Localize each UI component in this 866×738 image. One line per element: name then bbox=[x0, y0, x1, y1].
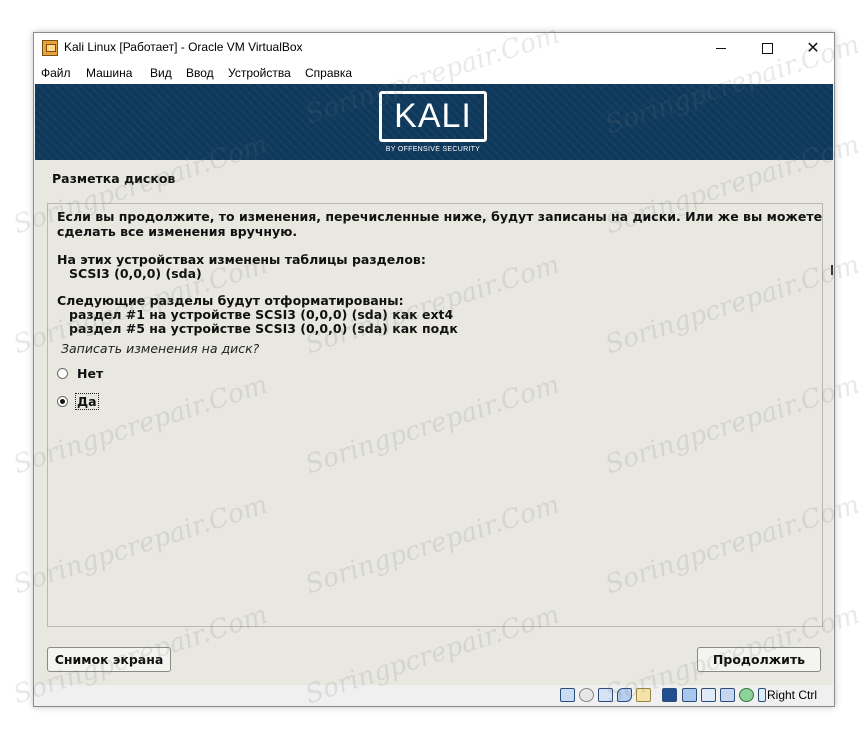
scroll-tick bbox=[831, 265, 833, 275]
kali-logo-subtitle: BY OFFENSIVE SECURITY bbox=[385, 146, 481, 153]
format-item: раздел #5 на устройстве SCSI3 (0,0,0) (s… bbox=[69, 321, 458, 336]
menu-bar: Файл Машина Вид Ввод Устройства Справка bbox=[34, 62, 834, 84]
installer-panel: Разметка дисков Если вы продолжите, то и… bbox=[35, 160, 833, 685]
maximize-icon bbox=[761, 43, 773, 54]
maximize-button[interactable] bbox=[744, 33, 790, 62]
kali-banner: KALI BY OFFENSIVE SECURITY bbox=[35, 84, 833, 160]
virtualbox-window: Kali Linux [Работает] - Oracle VM Virtua… bbox=[33, 32, 835, 707]
menu-input[interactable]: Ввод bbox=[186, 66, 214, 80]
shared-folders-icon[interactable] bbox=[636, 688, 651, 702]
window-title: Kali Linux [Работает] - Oracle VM Virtua… bbox=[64, 40, 303, 54]
option-yes[interactable]: Да bbox=[57, 392, 99, 410]
menu-help[interactable]: Справка bbox=[305, 66, 352, 80]
menu-view[interactable]: Вид bbox=[150, 66, 172, 80]
optical-drive-icon[interactable] bbox=[579, 688, 594, 702]
host-key-label: Right Ctrl bbox=[767, 688, 818, 702]
minimize-icon bbox=[716, 48, 726, 49]
display-icon[interactable] bbox=[662, 688, 677, 702]
network-icon[interactable] bbox=[682, 688, 697, 702]
virtualbox-app-icon bbox=[42, 40, 58, 56]
question-text: Записать изменения на диск? bbox=[61, 341, 260, 356]
content-frame: Если вы продолжите, то изменения, перечи… bbox=[47, 203, 823, 627]
continue-button[interactable]: Продолжить bbox=[697, 647, 821, 672]
minimize-button[interactable] bbox=[698, 33, 744, 62]
tables-device: SCSI3 (0,0,0) (sda) bbox=[69, 266, 202, 281]
kali-logo: KALI bbox=[379, 91, 487, 142]
menu-devices[interactable]: Устройства bbox=[228, 66, 291, 80]
hard-disk-icon[interactable] bbox=[560, 688, 575, 702]
tables-heading: На этих устройствах изменены таблицы раз… bbox=[57, 252, 426, 267]
format-heading: Следующие разделы будут отформатированы: bbox=[57, 293, 404, 308]
screenshot-button[interactable]: Снимок экрана bbox=[47, 647, 171, 672]
option-no-label[interactable]: Нет bbox=[76, 366, 104, 381]
section-title: Разметка дисков bbox=[52, 171, 176, 186]
video-capture-icon[interactable] bbox=[701, 688, 716, 702]
menu-machine[interactable]: Машина bbox=[86, 66, 132, 80]
cpu-icon[interactable] bbox=[720, 688, 735, 702]
format-item: раздел #1 на устройстве SCSI3 (0,0,0) (s… bbox=[69, 307, 454, 322]
close-button[interactable]: ✕ bbox=[790, 33, 836, 62]
mouse-integration-icon[interactable] bbox=[739, 688, 754, 702]
status-bar: Right Ctrl bbox=[34, 685, 834, 706]
usb-icon[interactable] bbox=[598, 688, 613, 702]
radio-yes[interactable] bbox=[57, 395, 68, 407]
option-no[interactable]: Нет bbox=[57, 364, 104, 382]
title-bar[interactable]: Kali Linux [Работает] - Oracle VM Virtua… bbox=[34, 33, 834, 62]
keyboard-icon[interactable] bbox=[758, 688, 766, 702]
intro-text-line1: Если вы продолжите, то изменения, перечи… bbox=[57, 209, 823, 224]
radio-no[interactable] bbox=[57, 367, 68, 379]
audio-icon[interactable] bbox=[617, 688, 632, 702]
intro-text-line2: сделать все изменения вручную. bbox=[57, 224, 298, 239]
menu-file[interactable]: Файл bbox=[41, 66, 71, 80]
close-icon: ✕ bbox=[806, 38, 820, 57]
option-yes-label[interactable]: Да bbox=[75, 392, 99, 410]
